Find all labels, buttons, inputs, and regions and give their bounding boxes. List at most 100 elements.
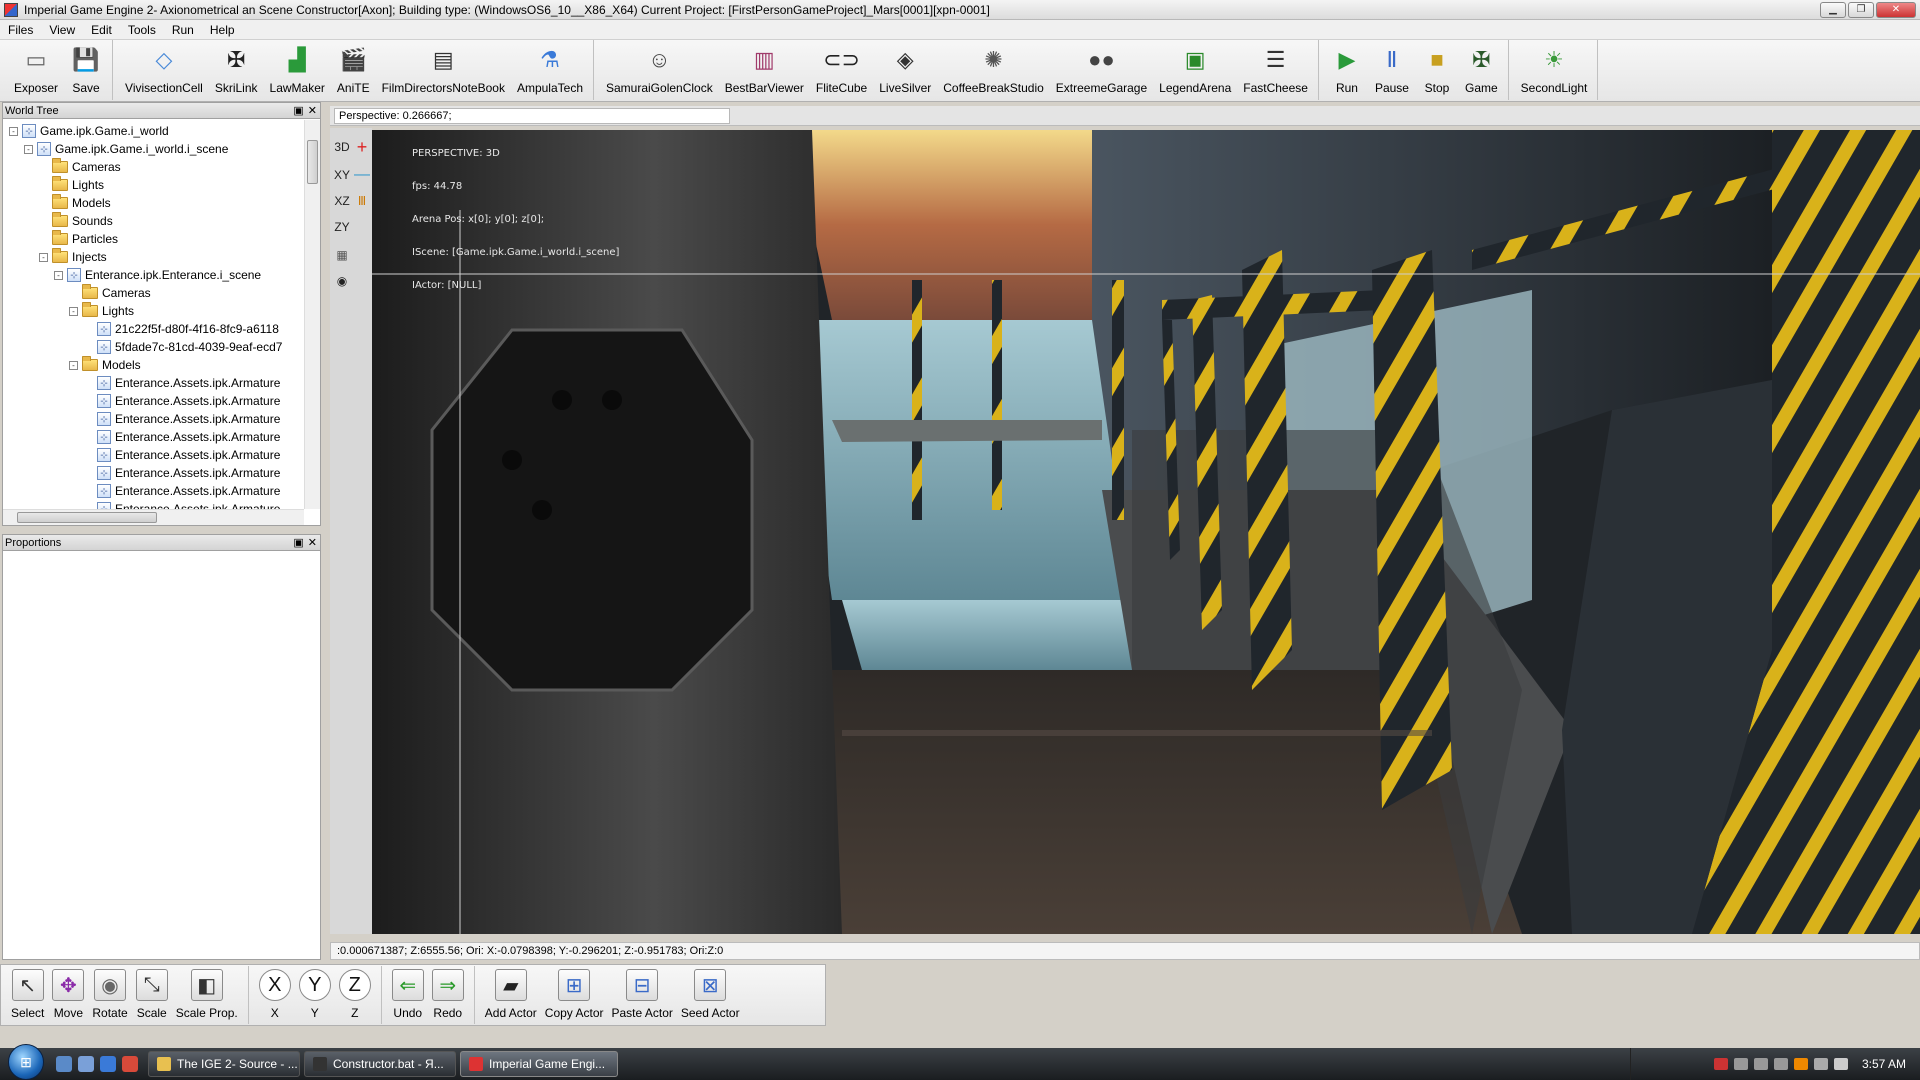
tray-drive-icon[interactable] — [1773, 1058, 1788, 1070]
collapse-icon[interactable]: - — [39, 252, 48, 262]
mode-zy-button[interactable]: ZY — [332, 216, 352, 238]
mode-3d-button[interactable]: 3D — [332, 136, 352, 158]
livesilver-button[interactable]: ◈ LiveSilver — [873, 40, 937, 100]
collapse-icon[interactable]: - — [54, 270, 63, 280]
mode-xy-button[interactable]: XY — [332, 164, 352, 186]
close-icon[interactable]: ✕ — [308, 104, 317, 117]
skrilink-button[interactable]: ✠ SkriLink — [209, 40, 264, 100]
pillars-icon[interactable]: Ⅲ — [352, 190, 372, 212]
z-button[interactable]: ZZ — [335, 965, 375, 1025]
pin-icon[interactable]: ▣ — [293, 536, 303, 549]
coffeebreakstudio-button[interactable]: ✺ CoffeeBreakStudio — [937, 40, 1050, 100]
vivisectioncell-button[interactable]: ◇ VivisectionCell — [119, 40, 209, 100]
menu-run[interactable]: Run — [164, 23, 202, 37]
tray-drive-icon[interactable] — [1733, 1058, 1748, 1070]
samuraigolenclock-button[interactable]: ☺ SamuraiGolenClock — [600, 40, 719, 100]
scale-prop-button[interactable]: ◧ Scale Prop. — [172, 965, 242, 1025]
scale-button[interactable]: ⤡ Scale — [132, 965, 172, 1025]
start-button[interactable]: ⊞ — [8, 1044, 44, 1080]
anite-button[interactable]: 🎬 AniTE — [331, 40, 376, 100]
restore-button[interactable]: ❐ — [1848, 2, 1874, 18]
copy-actor-button[interactable]: ⊞ Copy Actor — [541, 965, 608, 1025]
exposer-button[interactable]: ▭ Exposer — [8, 40, 64, 100]
tree-item[interactable]: ⊹ Enterance.Assets.ipk.Armature — [3, 374, 304, 392]
tree-item[interactable]: Cameras — [3, 158, 304, 176]
tree-item[interactable]: - Models — [3, 356, 304, 374]
undo-button[interactable]: ⇐ Undo — [388, 965, 428, 1025]
eye-icon[interactable]: ◉ — [332, 270, 352, 292]
switch-windows-icon[interactable] — [78, 1056, 94, 1072]
tree-item[interactable]: Cameras — [3, 284, 304, 302]
mode-xz-button[interactable]: XZ — [332, 190, 352, 212]
tree-item[interactable]: - Lights — [3, 302, 304, 320]
horizontal-line-icon[interactable]: — — [352, 164, 372, 186]
media-icon[interactable] — [122, 1056, 138, 1072]
seed-actor-button[interactable]: ⊠ Seed Actor — [677, 965, 744, 1025]
stop-button[interactable]: ■ Stop — [1415, 40, 1459, 100]
tree-item[interactable]: ⊹ 21c22f5f-d80f-4f16-8fc9-a6118 — [3, 320, 304, 338]
perspective-field[interactable]: Perspective: 0.266667; — [334, 108, 730, 124]
tree-item[interactable]: ⊹ Enterance.Assets.ipk.Armature — [3, 392, 304, 410]
menu-help[interactable]: Help — [202, 23, 243, 37]
tree-item[interactable]: ⊹ 5fdade7c-81cd-4039-9eaf-ecd7 — [3, 338, 304, 356]
pin-icon[interactable]: ▣ — [293, 104, 303, 117]
fastcheese-button[interactable]: ☰ FastCheese — [1237, 40, 1314, 100]
tree-horizontal-scrollbar[interactable] — [3, 509, 304, 525]
secondlight-button[interactable]: ☀ SecondLight — [1515, 40, 1594, 100]
minimize-button[interactable]: ▁ — [1820, 2, 1846, 18]
close-button[interactable]: ✕ — [1876, 2, 1916, 18]
flitecube-button[interactable]: ⊂⊃ FliteCube — [810, 40, 873, 100]
bestbarviewer-button[interactable]: ▥ BestBarViewer — [719, 40, 810, 100]
collapse-icon[interactable]: - — [9, 126, 18, 136]
menu-files[interactable]: Files — [0, 23, 41, 37]
tree-item[interactable]: ⊹ Enterance.Assets.ipk.Armature — [3, 446, 304, 464]
save-button[interactable]: 💾 Save — [64, 40, 108, 100]
tree-item[interactable]: Particles — [3, 230, 304, 248]
tree-item[interactable]: - Injects — [3, 248, 304, 266]
legendarena-button[interactable]: ▣ LegendArena — [1153, 40, 1237, 100]
tree-vertical-scrollbar[interactable] — [304, 120, 320, 509]
show-desktop-icon[interactable] — [56, 1056, 72, 1072]
menu-view[interactable]: View — [41, 23, 83, 37]
crosshair-icon[interactable]: + — [352, 136, 372, 158]
filmdirectorsnotebook-button[interactable]: ▤ FilmDirectorsNoteBook — [376, 40, 511, 100]
tree-item[interactable]: - ⊹ Game.ipk.Game.i_world.i_scene — [3, 140, 304, 158]
tray-drive-icon[interactable] — [1753, 1058, 1768, 1070]
extreemegarage-button[interactable]: ●● ExtreemeGarage — [1050, 40, 1153, 100]
collapse-icon[interactable]: - — [69, 306, 78, 316]
browser-icon[interactable] — [100, 1056, 116, 1072]
grid-icon[interactable]: ▦ — [332, 244, 352, 266]
pause-button[interactable]: Ⅱ Pause — [1369, 40, 1415, 100]
tree-item[interactable]: Models — [3, 194, 304, 212]
tree-item[interactable]: ⊹ Enterance.Assets.ipk.Armature — [3, 482, 304, 500]
y-button[interactable]: YY — [295, 965, 335, 1025]
taskbar-button[interactable]: Constructor.bat - Я... — [304, 1051, 456, 1077]
tray-alert-icon[interactable] — [1713, 1058, 1728, 1070]
tray-volume-icon[interactable] — [1833, 1058, 1848, 1070]
close-icon[interactable]: ✕ — [308, 536, 317, 549]
menu-tools[interactable]: Tools — [120, 23, 164, 37]
tray-network-icon[interactable] — [1813, 1058, 1828, 1070]
tray-warning-icon[interactable] — [1793, 1058, 1808, 1070]
tree-item[interactable]: ⊹ Enterance.Assets.ipk.Armature — [3, 464, 304, 482]
run-button[interactable]: ▶ Run — [1325, 40, 1369, 100]
redo-button[interactable]: ⇒ Redo — [428, 965, 468, 1025]
collapse-icon[interactable]: - — [69, 360, 78, 370]
rotate-button[interactable]: ◉ Rotate — [88, 965, 131, 1025]
add-actor-button[interactable]: ▰ Add Actor — [481, 965, 541, 1025]
game-button[interactable]: ✠ Game — [1459, 40, 1504, 100]
taskbar-button[interactable]: The IGE 2- Source - ... — [148, 1051, 300, 1077]
taskbar-button[interactable]: Imperial Game Engi... — [460, 1051, 618, 1077]
menu-edit[interactable]: Edit — [83, 23, 120, 37]
paste-actor-button[interactable]: ⊟ Paste Actor — [608, 965, 677, 1025]
tree-item[interactable]: ⊹ Enterance.Assets.ipk.Armature — [3, 428, 304, 446]
lawmaker-button[interactable]: ▟ LawMaker — [264, 40, 331, 100]
tree-item[interactable]: ⊹ Enterance.Assets.ipk.Armature — [3, 500, 304, 509]
tree-item[interactable]: Lights — [3, 176, 304, 194]
tree-item[interactable]: Sounds — [3, 212, 304, 230]
3d-viewport[interactable]: PERSPECTIVE: 3D fps: 44.78 Arena Pos: x[… — [372, 130, 1920, 934]
tree-item[interactable]: ⊹ Enterance.Assets.ipk.Armature — [3, 410, 304, 428]
select-button[interactable]: ↖ Select — [7, 965, 48, 1025]
x-button[interactable]: XX — [255, 965, 295, 1025]
tree-item[interactable]: - ⊹ Game.ipk.Game.i_world — [3, 122, 304, 140]
